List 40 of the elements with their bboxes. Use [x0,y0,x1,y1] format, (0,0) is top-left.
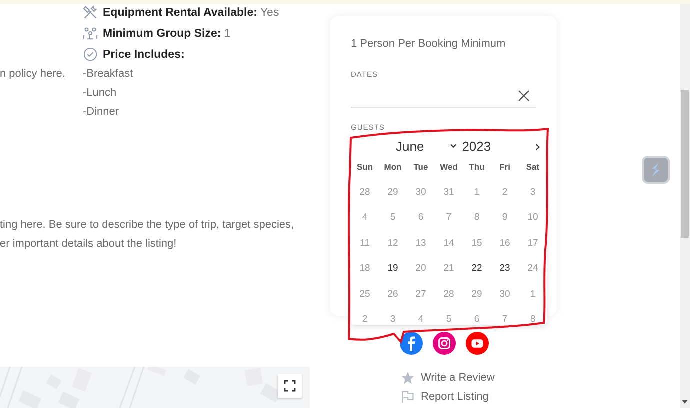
calendar-day[interactable]: 19 [388,263,398,274]
check-circle-icon [83,47,98,62]
weekday-label: Thu [469,162,485,172]
flag-icon [401,390,415,404]
weekday-label: Wed [440,162,458,172]
next-month-button[interactable]: › [534,136,541,156]
weekday-label: Tue [414,162,428,172]
included-item: -Breakfast [83,67,134,82]
fullscreen-icon [284,380,296,392]
feature-label: Minimum Group Size: 1 [103,28,231,40]
description-text: er important details about the listing! [0,237,178,252]
instagram-icon[interactable] [433,332,456,355]
included-item: -Lunch [83,86,118,101]
scroll-down-icon[interactable] [682,400,688,404]
policy-text: n policy here. [0,67,66,82]
report-link[interactable]: Report Listing [401,390,600,404]
review-link[interactable]: Write a Review [401,371,600,385]
feature-label: Price Includes: [103,48,185,60]
weekday-label: Mon [384,162,402,172]
close-icon[interactable] [518,90,530,102]
month-select[interactable]: June [396,138,458,154]
tools-icon [83,5,98,20]
calendar-day[interactable]: 22 [472,263,482,274]
star-icon [401,371,415,385]
facebook-icon[interactable] [400,332,423,355]
description-text: ting here. Be sure to describe the type of trip, target species, [0,218,296,233]
calendar-day[interactable]: 23 [500,263,510,274]
chevron-down-icon [450,144,458,148]
people-icon [83,26,98,41]
youtube-icon[interactable] [466,332,489,355]
weekday-label: Sat [526,162,540,172]
weekday-label: Fri [500,162,510,172]
included-item: -Dinner [83,105,120,120]
fullscreen-button[interactable] [278,374,302,398]
feature-label: Equipment Rental Available: Yes [103,6,280,18]
weekday-label: Sun [356,162,374,172]
minimum-note: 1 Person Per Booking Minimum [351,38,507,50]
floating-widget-button[interactable] [642,156,670,184]
scrollbar-thumb[interactable] [681,90,689,238]
year-field[interactable]: 2023 [462,138,492,154]
